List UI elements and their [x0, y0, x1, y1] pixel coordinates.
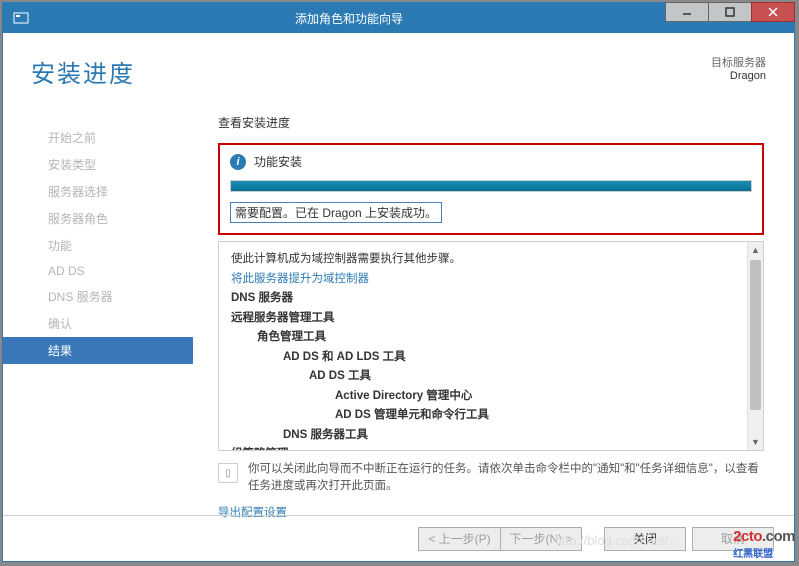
promote-dc-link[interactable]: 将此服务器提升为域控制器 [231, 270, 751, 290]
section-label: 查看安装进度 [218, 114, 764, 131]
body: 安装进度 目标服务器 Dragon 开始之前 安装类型 服务器选择 服务器角色 … [3, 34, 794, 561]
tree-role-tools: 角色管理工具 [257, 331, 326, 343]
scroll-down-icon[interactable]: ▼ [748, 434, 763, 450]
sidebar-item-type: 安装类型 [3, 151, 193, 178]
hint-row: ▯ 你可以关闭此向导而不中断正在运行的任务。请依次单击命令栏中的"通知"和"任务… [218, 461, 764, 496]
sidebar-item-results[interactable]: 结果 [3, 337, 193, 364]
sidebar-item-before: 开始之前 [3, 124, 193, 151]
destination-label: 目标服务器 [711, 54, 766, 70]
destination-box: 目标服务器 Dragon [711, 54, 766, 82]
tree-adds-lds: AD DS 和 AD LDS 工具 [283, 351, 406, 363]
watermark-sub: 红黑联盟 [733, 545, 795, 560]
destination-name: Dragon [711, 70, 766, 82]
info-icon: i [230, 154, 246, 170]
status-text: 需要配置。已在 Dragon 上安装成功。 [230, 202, 442, 223]
watermark: 2cto.com 红黑联盟 [733, 528, 795, 560]
scroll-thumb[interactable] [750, 260, 761, 410]
sidebar-item-features: 功能 [3, 232, 193, 259]
sidebar-item-dns: DNS 服务器 [3, 283, 193, 310]
watermark-url: http://blog.csdn.net/... [555, 533, 679, 548]
tree-dns: DNS 服务器 [231, 292, 293, 304]
flag-icon: ▯ [218, 463, 238, 483]
sidebar-item-adds: AD DS [3, 259, 193, 283]
close-button[interactable] [751, 2, 795, 22]
minimize-button[interactable] [665, 2, 709, 22]
prev-button[interactable]: < 上一步(P) [418, 527, 500, 551]
scroll-up-icon[interactable]: ▲ [748, 242, 763, 258]
sidebar: 开始之前 安装类型 服务器选择 服务器角色 功能 AD DS DNS 服务器 确… [3, 114, 193, 511]
wizard-window: 添加角色和功能向导 安装进度 目标服务器 Dragon 开始之前 安装类型 服务… [2, 2, 795, 562]
tree-gpmc: 组策略管理 [231, 448, 289, 451]
app-icon [9, 6, 33, 30]
titlebar: 添加角色和功能向导 [3, 3, 794, 33]
tree-adds-tools: AD DS 工具 [309, 370, 371, 382]
header: 安装进度 目标服务器 Dragon [3, 34, 794, 99]
hint-text: 你可以关闭此向导而不中断正在运行的任务。请依次单击命令栏中的"通知"和"任务详细… [248, 461, 764, 496]
progress-bar [230, 180, 752, 192]
details-intro: 使此计算机成为域控制器需要执行其他步骤。 [231, 250, 751, 270]
details-box: 使此计算机成为域控制器需要执行其他步骤。 将此服务器提升为域控制器 DNS 服务… [218, 241, 764, 451]
watermark-main: 2cto [733, 528, 762, 545]
tree-rsat: 远程服务器管理工具 [231, 312, 335, 324]
install-heading: 功能安装 [254, 153, 302, 170]
window-title: 添加角色和功能向导 [33, 10, 665, 27]
tree-adac: Active Directory 管理中心 [335, 390, 472, 402]
sidebar-item-confirm: 确认 [3, 310, 193, 337]
page-title: 安装进度 [31, 54, 135, 89]
maximize-button[interactable] [708, 2, 752, 22]
details-scrollbar[interactable]: ▲ ▼ [747, 242, 763, 450]
progress-fill [231, 181, 751, 191]
content: 查看安装进度 i 功能安装 需要配置。已在 Dragon 上安装成功。 使此计算… [193, 114, 794, 511]
install-heading-row: i 功能安装 [230, 153, 752, 170]
highlight-box: i 功能安装 需要配置。已在 Dragon 上安装成功。 [218, 143, 764, 235]
sidebar-item-server-select: 服务器选择 [3, 178, 193, 205]
sidebar-item-server-roles: 服务器角色 [3, 205, 193, 232]
window-controls [665, 3, 794, 33]
tree-snapins: AD DS 管理单元和命令行工具 [335, 409, 489, 421]
main: 开始之前 安装类型 服务器选择 服务器角色 功能 AD DS DNS 服务器 确… [3, 114, 794, 511]
tree-dns-tools: DNS 服务器工具 [283, 429, 368, 441]
